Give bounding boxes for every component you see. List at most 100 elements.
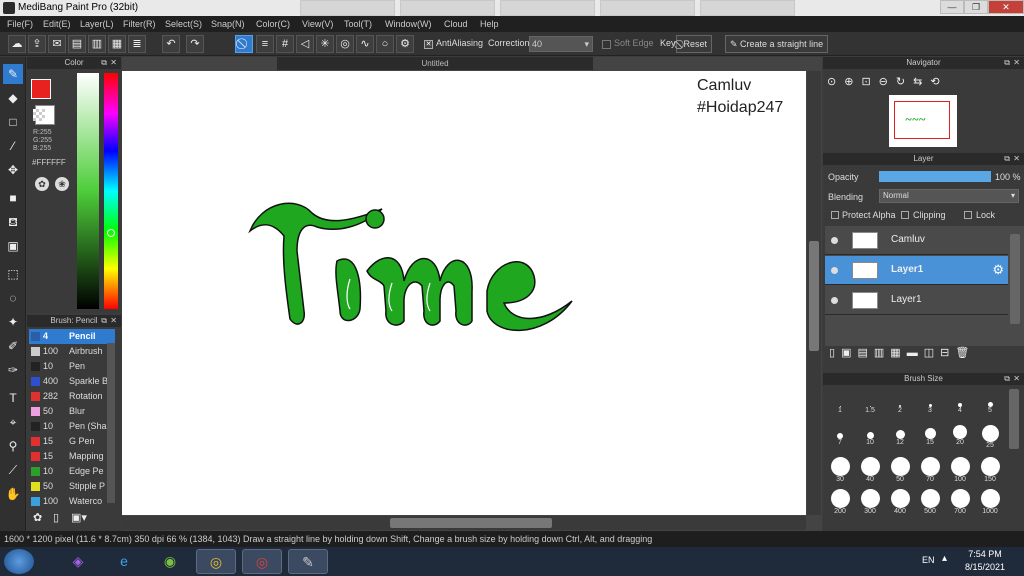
- gear-icon[interactable]: ⚙: [992, 262, 1004, 278]
- menu-file[interactable]: File(F): [2, 16, 38, 32]
- brush-size-option[interactable]: 15: [915, 425, 945, 449]
- brush-size-option[interactable]: 500: [915, 489, 945, 515]
- clock-date[interactable]: 8/15/2021: [958, 562, 1012, 572]
- brush-size-option[interactable]: 100: [945, 457, 975, 483]
- visibility-icon[interactable]: [831, 297, 838, 304]
- rotate-icon[interactable]: ↻: [896, 76, 913, 88]
- menu-help[interactable]: Help: [475, 16, 504, 32]
- bucket-tool-icon[interactable]: ⛾: [3, 212, 23, 232]
- comment-icon[interactable]: ✉: [48, 35, 66, 53]
- vanishing-point-icon[interactable]: ◁: [296, 35, 314, 53]
- new-halftone-layer-icon[interactable]: ▣: [841, 347, 857, 359]
- menu-view[interactable]: View(V): [297, 16, 338, 32]
- merge-layer-icon[interactable]: ⊟: [940, 347, 955, 359]
- vertical-scroll-thumb[interactable]: [809, 241, 819, 351]
- lock-checkbox[interactable]: [964, 211, 972, 219]
- minimize-button[interactable]: —: [940, 0, 964, 14]
- undo-icon[interactable]: ↶: [162, 35, 180, 53]
- brush-list-scrollbar[interactable]: [107, 343, 115, 503]
- curve-snap-icon[interactable]: ∿: [356, 35, 374, 53]
- brush-size-option[interactable]: 10: [855, 425, 885, 449]
- circle-snap-icon[interactable]: ◎: [336, 35, 354, 53]
- brush-size-scrollbar[interactable]: [1009, 389, 1019, 449]
- brush-size-option[interactable]: 5: [975, 393, 1005, 417]
- popout-icon[interactable]: ⧉: [101, 57, 107, 69]
- protect-alpha-checkbox[interactable]: [831, 211, 839, 219]
- hue-slider[interactable]: [104, 73, 118, 309]
- new-8bit-layer-icon[interactable]: ▤: [857, 347, 873, 359]
- brush-size-option[interactable]: 400: [885, 489, 915, 515]
- select-eraser-tool-icon[interactable]: ✑: [3, 360, 23, 380]
- parallel-snap-icon[interactable]: ≡: [256, 35, 274, 53]
- popout-icon[interactable]: ⧉: [1004, 57, 1010, 69]
- layer-row[interactable]: Layer1: [825, 286, 1008, 315]
- flip-icon[interactable]: ⇆: [913, 76, 930, 88]
- menu-snap[interactable]: Snap(N): [206, 16, 250, 32]
- brush-item[interactable]: 15 G Pen: [29, 434, 115, 449]
- new-layer-icon[interactable]: ▯: [829, 347, 841, 359]
- grid-icon[interactable]: ▦: [108, 35, 126, 53]
- visual-studio-icon[interactable]: ◈: [58, 549, 98, 574]
- brush-size-option[interactable]: 1: [825, 393, 855, 417]
- snap-off-icon[interactable]: ⃠: [235, 35, 253, 53]
- language-indicator[interactable]: EN: [922, 555, 935, 565]
- duplicate-layer-icon[interactable]: ◫: [924, 347, 940, 359]
- divide-tool-icon[interactable]: ⟋: [3, 460, 23, 480]
- menu-edit[interactable]: Edit(E): [38, 16, 76, 32]
- horizontal-scrollbar[interactable]: [122, 516, 806, 530]
- brush-size-option[interactable]: 700: [945, 489, 975, 515]
- soft-edge-checkbox[interactable]: [602, 40, 611, 49]
- delete-layer-icon[interactable]: 🗑: [955, 347, 975, 359]
- menu-select[interactable]: Select(S): [160, 16, 207, 32]
- eraser-tool-icon[interactable]: ◆: [3, 88, 23, 108]
- reset-view-icon[interactable]: ⟲: [930, 76, 947, 88]
- ellipse-snap-icon[interactable]: ○: [376, 35, 394, 53]
- radial-snap-icon[interactable]: ✳: [316, 35, 334, 53]
- brush-size-option[interactable]: 50: [885, 457, 915, 483]
- horizontal-scroll-thumb[interactable]: [390, 518, 552, 528]
- redo-icon[interactable]: ↷: [186, 35, 204, 53]
- menu-cloud[interactable]: Cloud: [439, 16, 473, 32]
- app-green-icon[interactable]: ◉: [150, 549, 190, 574]
- brush-size-option[interactable]: 4: [945, 393, 975, 417]
- brush-size-option[interactable]: 300: [855, 489, 885, 515]
- snap-settings-icon[interactable]: ⚙: [396, 35, 414, 53]
- cross-snap-icon[interactable]: #: [276, 35, 294, 53]
- opacity-slider[interactable]: [879, 171, 991, 182]
- straight-line-button[interactable]: ✎ Create a straight line: [725, 35, 829, 53]
- blending-select[interactable]: Normal ▾: [879, 189, 1019, 203]
- brush-menu-icon[interactable]: ▣▾: [71, 511, 87, 524]
- transparent-swatch[interactable]: [33, 109, 45, 121]
- add-brush-icon[interactable]: ✿: [33, 511, 42, 524]
- hue-cursor[interactable]: [107, 229, 115, 237]
- brush-size-option[interactable]: 40: [855, 457, 885, 483]
- internet-explorer-icon[interactable]: e: [104, 549, 144, 574]
- zoom-fit-icon[interactable]: ⊙: [827, 76, 844, 88]
- select-pen-tool-icon[interactable]: ✐: [3, 336, 23, 356]
- fit-window-icon[interactable]: ⊡: [861, 76, 878, 88]
- cloud-icon[interactable]: ☁: [8, 35, 26, 53]
- brush-item[interactable]: 15 Mapping: [29, 449, 115, 464]
- brush-size-option[interactable]: 7: [825, 425, 855, 449]
- brush-size-option[interactable]: 1000: [975, 489, 1005, 515]
- folder-icon[interactable]: ▬: [907, 347, 924, 359]
- close-icon[interactable]: ✕: [1013, 373, 1020, 385]
- chrome-icon[interactable]: ◎: [196, 549, 236, 574]
- drawing-canvas[interactable]: Camluv #Hoidap247: [122, 71, 806, 515]
- brush-item[interactable]: 10 Edge Pe: [29, 464, 115, 479]
- brush-item[interactable]: 100 Waterco: [29, 494, 115, 509]
- brush-tool-icon[interactable]: ✎: [3, 64, 23, 84]
- new-1bit-layer-icon[interactable]: ▥: [874, 347, 890, 359]
- close-button[interactable]: ✕: [988, 0, 1024, 14]
- tray-up-arrow-icon[interactable]: ▴: [942, 553, 947, 564]
- layer-menu-icon[interactable]: ▦: [890, 347, 906, 359]
- palette-icon[interactable]: ✿: [35, 177, 49, 191]
- correction-select[interactable]: 40 ▾: [529, 36, 593, 52]
- close-icon[interactable]: ✕: [110, 315, 117, 327]
- chat-icon[interactable]: ▤: [68, 35, 86, 53]
- zoom-out-icon[interactable]: ⊖: [879, 76, 896, 88]
- brush-size-option[interactable]: 150: [975, 457, 1005, 483]
- start-button[interactable]: [4, 549, 34, 574]
- brush-item[interactable]: 50 Blur: [29, 404, 115, 419]
- select-tool-icon[interactable]: ⬚: [3, 264, 23, 284]
